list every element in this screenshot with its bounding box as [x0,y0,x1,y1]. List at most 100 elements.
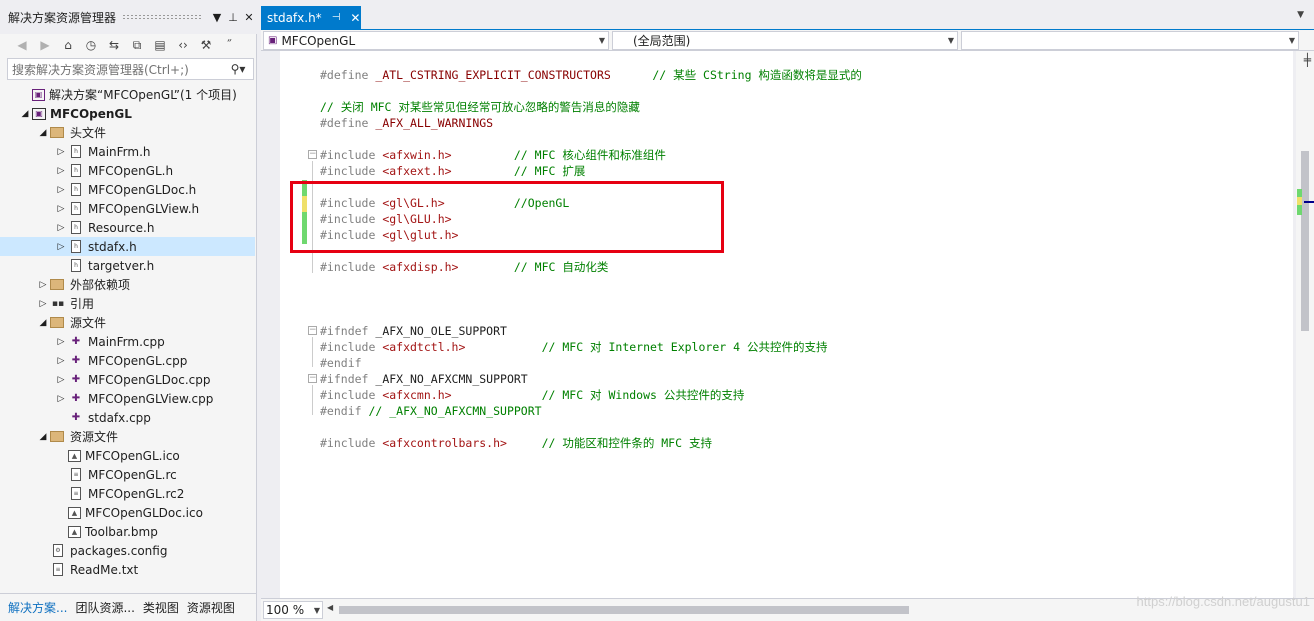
tree-item[interactable]: ◢ 源文件 [0,313,255,332]
split-editor-icon[interactable]: ╪ [1304,53,1311,67]
tree-item[interactable]: ≡ MFCOpenGL.rc2 [0,484,255,503]
cpp-file-icon: ✚ [71,393,81,404]
code-token: // 功能区和控件条的 MFC 支持 [541,436,712,450]
collapse-all-icon[interactable]: ⧉ [127,38,147,53]
dropdown-arrow-icon[interactable]: ▼ [209,11,225,24]
fold-guide [312,337,313,367]
tree-item[interactable]: ▲ Toolbar.bmp [0,522,255,541]
code-line: #include <afxdtctl.h> // MFC 对 Internet … [320,339,827,355]
folder-icon [50,431,64,442]
tree-item[interactable]: ▷ 外部依赖项 [0,275,255,294]
code-line: #include <afxcmn.h> // MFC 对 Windows 公共控… [320,387,744,403]
code-line: #ifndef _AFX_NO_AFXCMN_SUPPORT [320,371,528,387]
zoom-dropdown[interactable]: 100 % ▼ [263,601,323,619]
code-token: <afxdisp.h> [382,260,459,274]
code-editor[interactable]: #define _ATL_CSTRING_EXPLICIT_CONSTRUCTO… [280,51,1293,598]
vertical-scrollbar[interactable] [1296,51,1314,598]
tree-item[interactable]: ◢ 头文件 [0,123,255,142]
tree-item[interactable]: ✚ stdafx.cpp [0,408,255,427]
tree-item[interactable]: ▷ h Resource.h [0,218,255,237]
tree-item[interactable]: ◢ 资源文件 [0,427,255,446]
vertical-scrollbar-thumb[interactable] [1301,151,1309,331]
tree-item[interactable]: ▷ h MFCOpenGL.h [0,161,255,180]
back-icon[interactable]: ◀ [12,38,32,52]
solution-search-input[interactable]: 搜索解决方案资源管理器(Ctrl+;) [12,61,223,78]
cpp-file-icon: ✚ [71,355,81,366]
tree-item-label: stdafx.h [88,239,137,254]
home-icon[interactable]: ⌂ [58,38,78,52]
tab-dropdown-icon[interactable]: ▼ [1297,10,1304,20]
tree-item[interactable]: ≡ MFCOpenGL.rc [0,465,255,484]
document-tab-stdafx[interactable]: stdafx.h* ⊣ ✕ [261,6,361,29]
tree-item[interactable]: ▷ ✚ MFCOpenGLDoc.cpp [0,370,255,389]
code-token: _AFX_ALL_WARNINGS [375,116,494,130]
expander-icon[interactable]: ▷ [54,375,68,385]
tree-item[interactable]: ≡ ReadMe.txt [0,560,255,579]
bottom-tab[interactable]: 资源视图 [183,599,239,616]
header-file-icon: h [71,202,81,215]
tree-item[interactable]: ▷ h stdafx.h [0,237,255,256]
close-tab-icon[interactable]: ✕ [350,11,360,25]
expander-icon[interactable]: ▷ [54,242,68,252]
horizontal-scrollbar-thumb[interactable] [339,606,909,614]
expander-icon[interactable]: ▷ [54,337,68,347]
properties-wrench-icon[interactable]: ⚒ [196,38,216,52]
bottom-tab[interactable]: 团队资源... [71,599,138,616]
expander-icon[interactable]: ▷ [54,356,68,366]
pin-icon[interactable]: ⊣ [332,12,341,23]
drag-grip[interactable] [122,14,203,20]
expander-icon[interactable]: ▷ [54,147,68,157]
navigation-bar: ▣ MFCOpenGL ▼ (全局范围) ▼ ▼ [261,30,1314,51]
expander-icon[interactable]: ▷ [54,204,68,214]
expander-icon[interactable]: ▷ [54,166,68,176]
fold-toggle-icon[interactable]: − [308,326,317,335]
tree-item[interactable]: ▷ ✚ MainFrm.cpp [0,332,255,351]
solution-search-box[interactable]: 搜索解决方案资源管理器(Ctrl+;) ⚲▾ [7,58,254,80]
tree-item[interactable]: ▣ 解决方案“MFCOpenGL”(1 个项目) [0,85,255,104]
tree-item[interactable]: ▲ MFCOpenGL.ico [0,446,255,465]
project-dropdown[interactable]: ▣ MFCOpenGL ▼ [263,31,609,50]
close-icon[interactable]: ✕ [241,11,257,24]
fold-toggle-icon[interactable]: − [308,374,317,383]
expander-icon[interactable]: ▷ [54,223,68,233]
tree-item[interactable]: ▷ h MainFrm.h [0,142,255,161]
bottom-tab[interactable]: 解决方案... [4,599,72,616]
header-file-icon: h [71,221,81,234]
tree-item[interactable]: h targetver.h [0,256,255,275]
expander-icon[interactable]: ▷ [54,185,68,195]
code-line: #define _ATL_CSTRING_EXPLICIT_CONSTRUCTO… [320,67,862,83]
bottom-tab[interactable]: 类视图 [139,599,183,616]
forward-icon[interactable]: ▶ [35,38,55,52]
expander-icon[interactable]: ◢ [18,109,32,119]
member-dropdown[interactable]: ▼ [961,31,1299,50]
show-all-files-icon[interactable]: ▤ [150,38,170,52]
scope-dropdown[interactable]: (全局范围) ▼ [612,31,958,50]
view-code-icon[interactable]: ‹› [173,38,193,52]
expander-icon[interactable]: ◢ [36,128,50,138]
tree-item[interactable]: ▷ ▪▪ 引用 [0,294,255,313]
expander-icon[interactable]: ◢ [36,432,50,442]
history-icon[interactable]: ◷ [81,38,101,52]
sync-icon[interactable]: ⇆ [104,38,124,52]
project-icon: ▣ [268,35,278,46]
more-icon[interactable]: ˝ [219,38,239,52]
header-file-icon: h [71,164,81,177]
tree-item[interactable]: ▷ h MFCOpenGLView.h [0,199,255,218]
folder-icon [50,279,64,290]
tree-item[interactable]: ▷ ✚ MFCOpenGL.cpp [0,351,255,370]
tree-item[interactable]: ⚙ packages.config [0,541,255,560]
tree-item[interactable]: ▷ ✚ MFCOpenGLView.cpp [0,389,255,408]
tree-item[interactable]: ▷ h MFCOpenGLDoc.h [0,180,255,199]
tree-item[interactable]: ◢ ▣ MFCOpenGL [0,104,255,123]
code-token: <afxext.h> [382,164,452,178]
expander-icon[interactable]: ▷ [36,280,50,290]
expander-icon[interactable]: ◢ [36,318,50,328]
search-icon[interactable]: ⚲▾ [223,62,253,76]
expander-icon[interactable]: ▷ [54,394,68,404]
pin-icon[interactable]: ⊥ [225,11,241,24]
fold-toggle-icon[interactable]: − [308,150,317,159]
expander-icon[interactable]: ▷ [36,299,50,309]
scroll-left-icon[interactable]: ◀ [327,603,333,612]
tree-item[interactable]: ▲ MFCOpenGLDoc.ico [0,503,255,522]
tree-item-label: MFCOpenGL [50,106,132,121]
